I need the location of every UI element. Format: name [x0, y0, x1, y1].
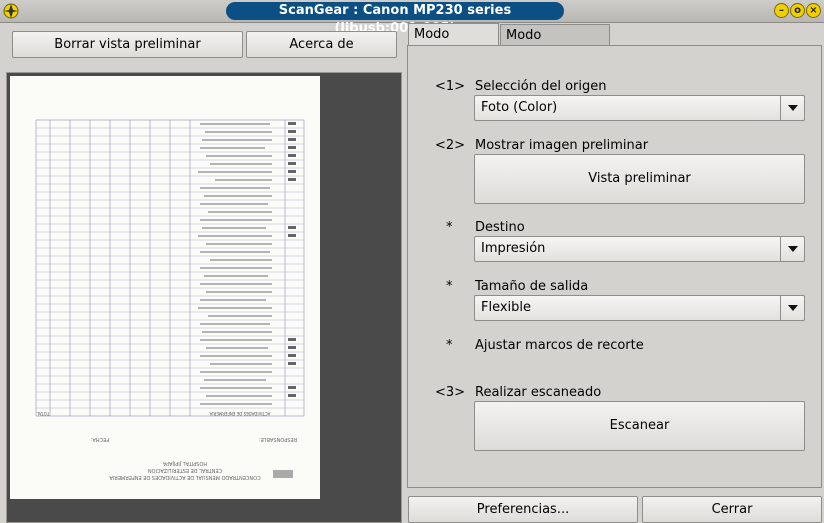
crop-marker: * [446, 338, 453, 353]
close-icon[interactable]: × [806, 3, 821, 18]
clear-preview-button[interactable]: Borrar vista preliminar [12, 31, 243, 58]
doc-col-total: TOTAL [36, 411, 50, 416]
title-bar: ScanGear : Canon MP230 series (libusb:00… [0, 0, 824, 36]
source-select[interactable]: Foto (Color) [474, 95, 805, 121]
chevron-down-icon[interactable] [780, 96, 804, 120]
preview-area[interactable]: CONCENTRADO MENSUAL DE ACTIVIDADES DE EN… [6, 72, 402, 523]
tab-advanced-mode[interactable]: Modo avanzado [500, 24, 610, 64]
crop-frames-label: Ajustar marcos de recorte [475, 338, 644, 353]
minimize-icon[interactable]: – [774, 3, 789, 18]
step2-label: Mostrar imagen preliminar [475, 138, 649, 153]
tab-basic-mode[interactable]: Modo básico [408, 23, 499, 64]
chevron-down-icon[interactable] [780, 296, 804, 320]
doc-header-3: HOSPITAL JIPIJAPA [162, 460, 207, 466]
app-icon[interactable] [3, 3, 19, 19]
doc-col-activities: ACTIVIDADES DE ENFERMERIA [209, 411, 270, 416]
doc-header-2: CENTRAL DE ESTERILIZACION [148, 467, 223, 473]
preferences-button[interactable]: Preferencias... [408, 496, 638, 523]
scanned-form-graphic: CONCENTRADO MENSUAL DE ACTIVIDADES DE EN… [35, 119, 305, 480]
maximize-icon[interactable]: o [790, 3, 805, 18]
preview-document-image: CONCENTRADO MENSUAL DE ACTIVIDADES DE EN… [10, 76, 320, 499]
destination-label: Destino [475, 220, 525, 235]
doc-footer-left: RESPONSABLE: [259, 436, 298, 442]
step2-number: <2> [435, 138, 466, 153]
doc-footer-right: FECHA: [91, 436, 110, 442]
about-button[interactable]: Acerca de [246, 31, 397, 58]
scan-button[interactable]: Escanear [474, 401, 805, 451]
chevron-down-icon[interactable] [780, 237, 804, 261]
output-size-select-value: Flexible [481, 300, 532, 315]
destination-marker: * [446, 220, 453, 235]
output-size-select[interactable]: Flexible [474, 295, 805, 321]
step3-label: Realizar escaneado [475, 385, 602, 400]
close-button[interactable]: Cerrar [642, 496, 822, 523]
window-title: ScanGear : Canon MP230 series (libusb:00… [226, 2, 564, 36]
preview-button[interactable]: Vista preliminar [474, 154, 805, 204]
output-size-marker: * [446, 279, 453, 294]
doc-logo [273, 470, 293, 478]
step3-number: <3> [435, 385, 466, 400]
step1-label: Selección del origen [475, 79, 607, 94]
destination-select-value: Impresión [481, 241, 546, 256]
step1-number: <1> [435, 79, 466, 94]
destination-select[interactable]: Impresión [474, 236, 805, 262]
doc-header-1: CONCENTRADO MENSUAL DE ACTIVIDADES DE EN… [109, 474, 261, 480]
source-select-value: Foto (Color) [481, 100, 558, 115]
output-size-label: Tamaño de salida [475, 279, 589, 294]
